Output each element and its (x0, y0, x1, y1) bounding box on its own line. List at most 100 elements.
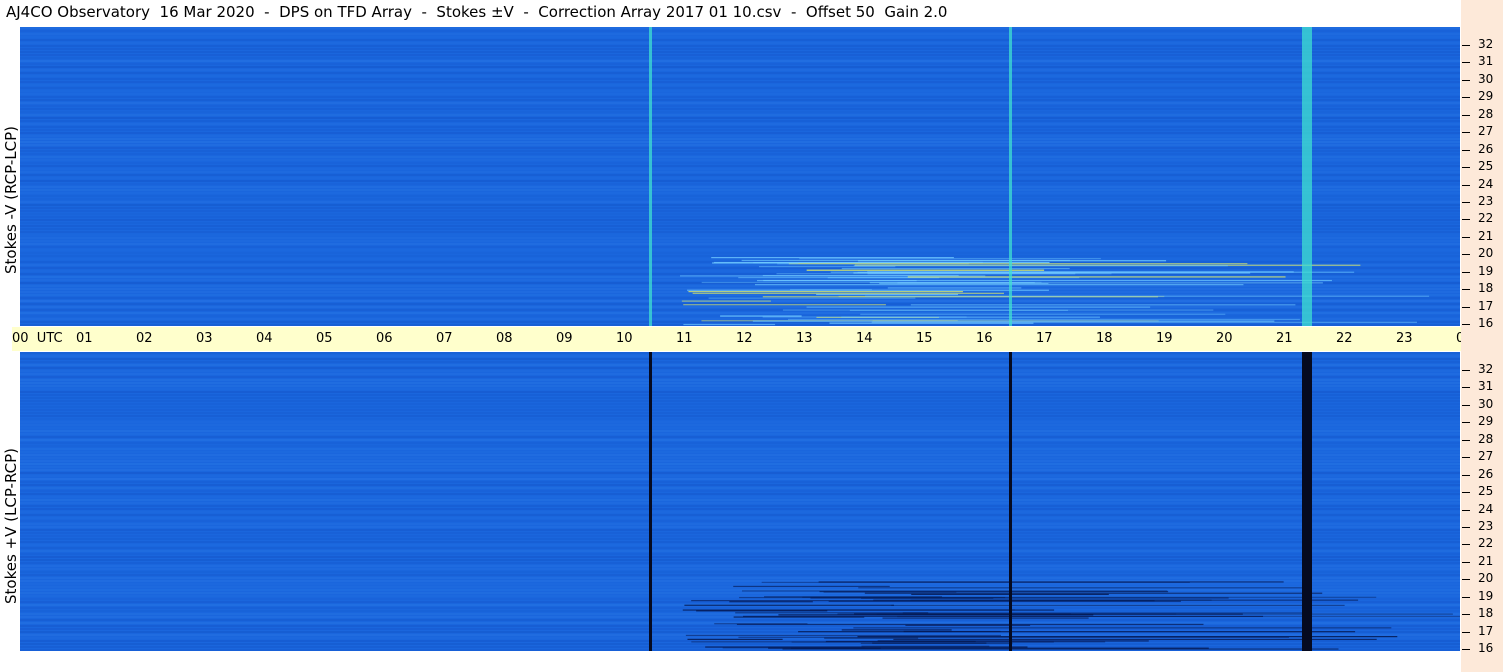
band-row (20, 42, 1460, 44)
band-row (20, 595, 1460, 597)
interference-streak (891, 604, 1345, 607)
interference-streak (882, 617, 1089, 619)
band-row (20, 132, 1460, 134)
interference-streak (683, 304, 886, 306)
band-row (20, 216, 1460, 218)
band-row (20, 523, 1460, 525)
interference-streak (720, 315, 802, 317)
band-row (20, 120, 1460, 122)
interference-streak (752, 320, 1275, 322)
band-row (20, 207, 1460, 209)
band-row (20, 361, 1460, 363)
interference-streak (861, 597, 994, 599)
frequency-tick-mark (1462, 614, 1470, 616)
utc-tick-label: 18 (1096, 331, 1113, 346)
interference-streak (787, 318, 1300, 321)
band-row (20, 234, 1460, 236)
interference-streak (688, 290, 963, 293)
spectrogram-top-plot (20, 27, 1460, 326)
frequency-tick-mark (1462, 45, 1470, 46)
band-row (20, 499, 1460, 501)
band-row (20, 487, 1460, 489)
vertical-feature (1009, 27, 1012, 326)
frequency-tick-label: 16 (1478, 316, 1494, 330)
frequency-tick-label: 27 (1478, 449, 1494, 464)
interference-streak (902, 612, 1313, 614)
band-row (20, 370, 1460, 372)
interference-streak (788, 263, 1248, 265)
utc-tick-label: 02 (136, 331, 153, 346)
frequency-tick-label: 28 (1478, 431, 1494, 446)
band-row (20, 228, 1460, 230)
band-row (20, 246, 1460, 248)
interference-streak (864, 592, 1323, 594)
band-row (20, 189, 1460, 191)
interference-streak (887, 287, 1022, 289)
frequency-tick-mark (1462, 526, 1470, 528)
band-row (20, 403, 1460, 405)
band-row (20, 225, 1460, 227)
utc-tick-label: 12 (736, 331, 753, 346)
band-row (20, 391, 1460, 393)
frequency-tick-label: 23 (1478, 193, 1494, 208)
utc-time-axis: 00 UTC 01 02 03 04 05 06 07 08 09 10 11 12 13 14 15 16 17… (12, 327, 1503, 351)
band-row (20, 526, 1460, 528)
frequency-tick-label: 26 (1478, 141, 1494, 156)
band-row (20, 39, 1460, 41)
band-row (20, 237, 1460, 239)
utc-tick-label: 11 (676, 331, 693, 346)
frequency-tick-mark (1462, 306, 1470, 308)
frequency-tick-mark (1462, 167, 1470, 169)
interference-streak (754, 284, 1244, 286)
band-row (20, 222, 1460, 224)
interference-streak (729, 601, 813, 603)
interference-streak (790, 647, 881, 649)
band-row (20, 394, 1460, 396)
band-row (20, 201, 1460, 203)
frequency-tick-mark (1462, 544, 1470, 546)
interference-streak (841, 629, 952, 631)
band-row (20, 409, 1460, 411)
band-row (20, 352, 1460, 354)
band-row (20, 93, 1460, 95)
interference-streak (680, 275, 986, 277)
band-row (20, 33, 1460, 35)
frequency-tick-mark (1462, 114, 1470, 116)
band-row (20, 57, 1460, 59)
band-row (20, 388, 1460, 390)
utc-tick-label: 01 (76, 331, 93, 346)
band-row (20, 105, 1460, 107)
band-row (20, 619, 1460, 621)
band-row (20, 240, 1460, 242)
band-row (20, 538, 1460, 540)
band-row (20, 484, 1460, 486)
interference-streak (758, 266, 896, 268)
spectrogram-background (20, 27, 1460, 326)
frequency-tick-label: 30 (1478, 71, 1494, 86)
vertical-feature (1009, 352, 1012, 651)
band-row (20, 418, 1460, 420)
band-row (20, 84, 1460, 86)
frequency-tick-label: 17 (1478, 623, 1494, 638)
band-row (20, 231, 1460, 233)
frequency-tick-mark (1462, 324, 1470, 325)
band-row (20, 505, 1460, 507)
band-row (20, 553, 1460, 555)
band-row (20, 147, 1460, 149)
frequency-tick-mark (1462, 97, 1470, 99)
band-row (20, 96, 1460, 98)
utc-tick-label: 05 (316, 331, 333, 346)
band-row (20, 60, 1460, 62)
band-row (20, 565, 1460, 567)
band-row (20, 574, 1460, 576)
band-row (20, 373, 1460, 375)
band-row (20, 427, 1460, 429)
band-row (20, 78, 1460, 80)
band-row (20, 150, 1460, 152)
band-row (20, 544, 1460, 546)
y-axis-label-top: Stokes -V (RCP-LCP) (2, 126, 20, 274)
band-row (20, 87, 1460, 89)
band-row (20, 559, 1460, 561)
band-row (20, 379, 1460, 381)
chart-title: AJ4CO Observatory 16 Mar 2020 - DPS on T… (6, 3, 948, 21)
